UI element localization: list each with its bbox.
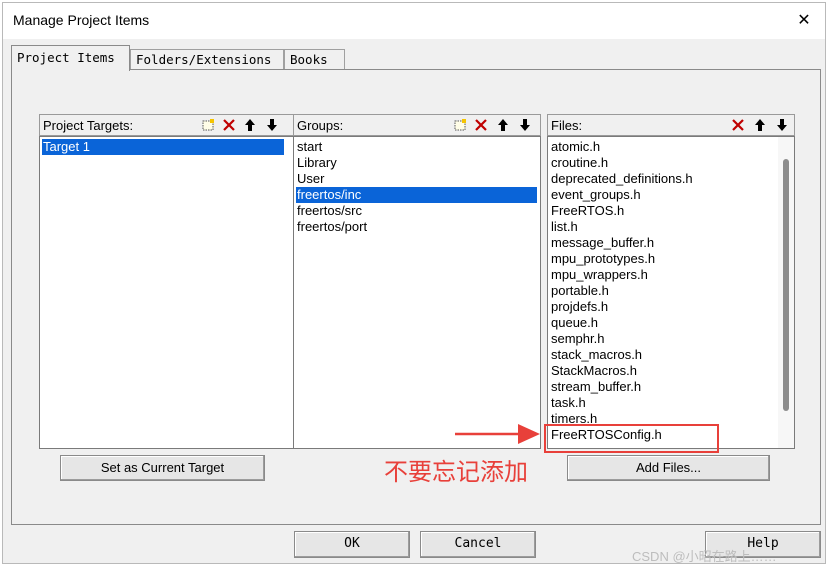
annotation-note: 不要忘记添加 bbox=[384, 458, 528, 486]
watermark: CSDN @小昭在路上…… bbox=[632, 549, 777, 564]
annotation-arrow-icon bbox=[455, 424, 540, 444]
tab-project-items[interactable]: Project Items bbox=[11, 45, 130, 71]
highlight-box bbox=[544, 424, 719, 453]
